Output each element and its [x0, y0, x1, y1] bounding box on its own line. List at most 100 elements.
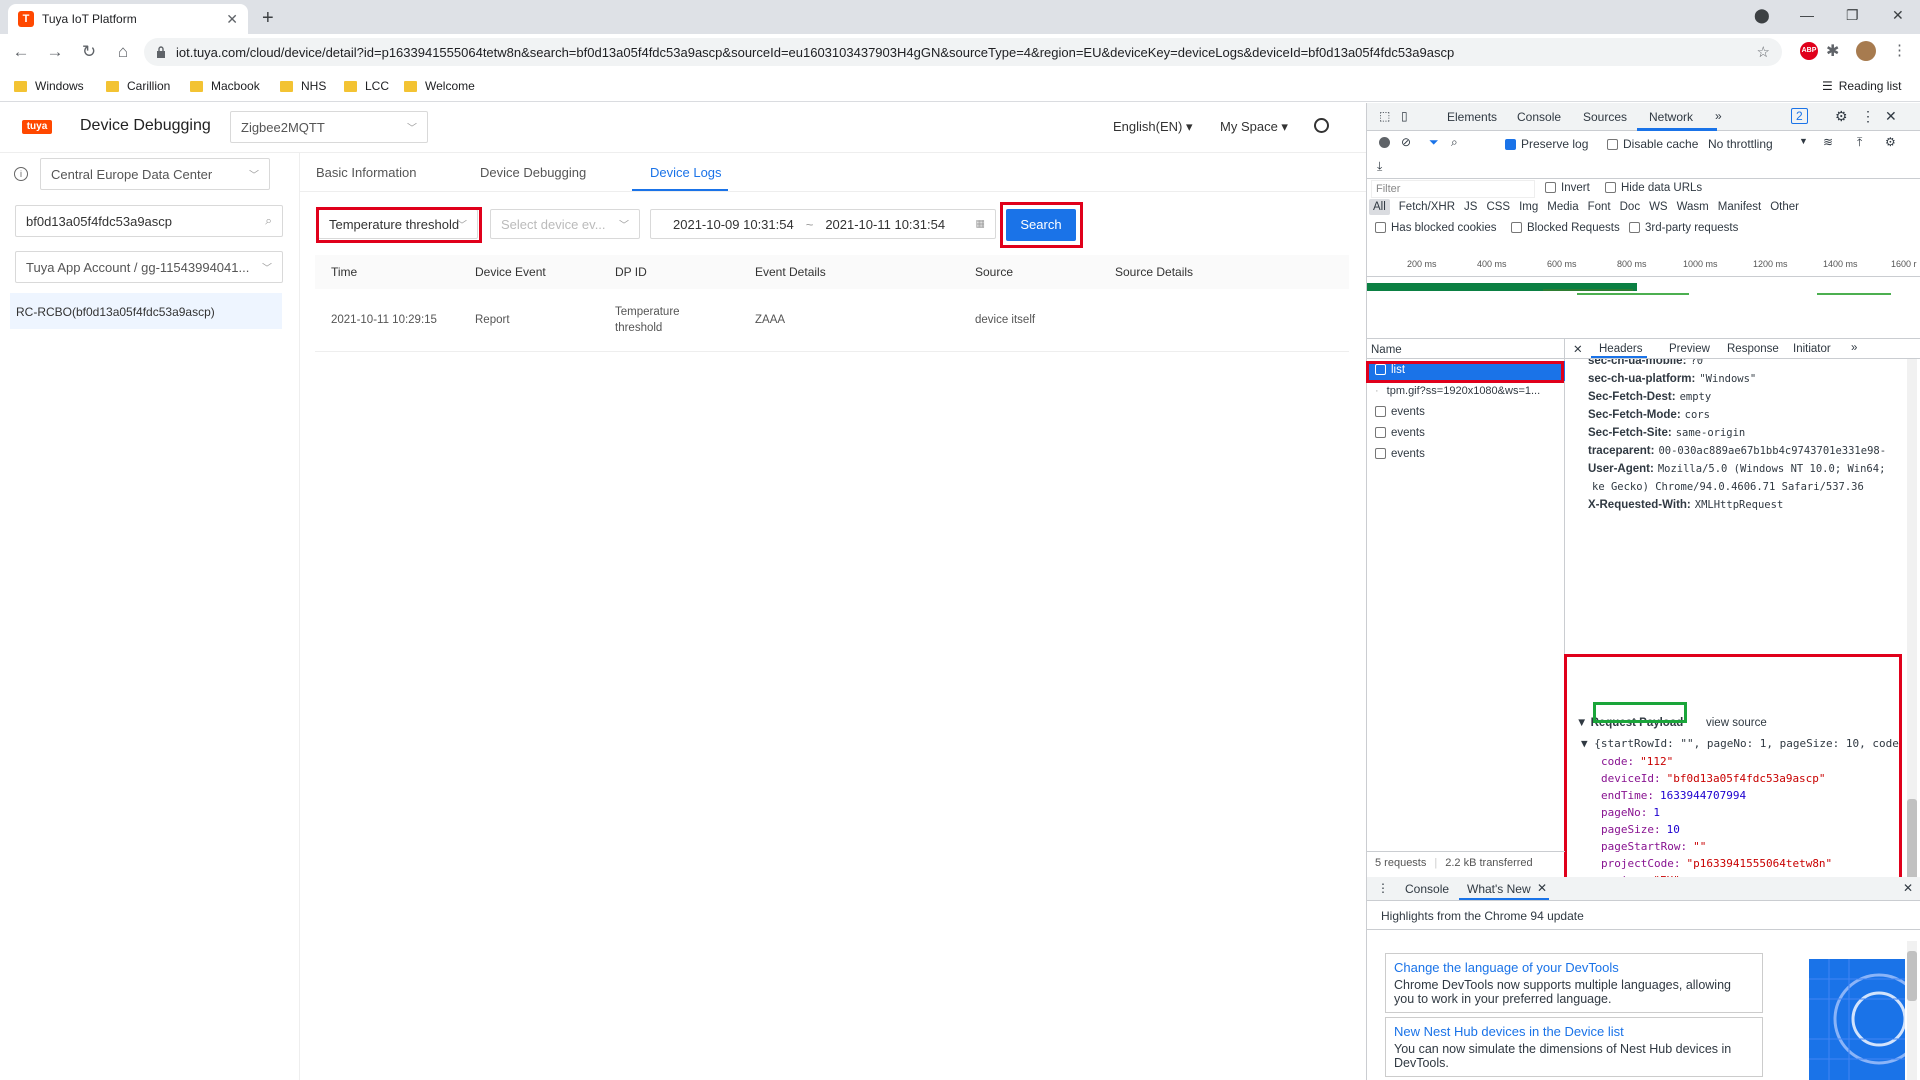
tab-headers[interactable]: Headers: [1599, 343, 1642, 355]
data-center-select[interactable]: Central Europe Data Center ﹀: [40, 158, 270, 190]
export-har-icon[interactable]: ⤓: [1377, 159, 1382, 174]
close-tab-icon[interactable]: ✕: [226, 11, 238, 28]
bookmark-star-icon[interactable]: ☆: [1757, 43, 1770, 61]
has-blocked-cookies-checkbox[interactable]: Has blocked cookies: [1375, 222, 1496, 234]
tab-sources[interactable]: Sources: [1583, 110, 1627, 124]
filter-js[interactable]: JS: [1464, 201, 1477, 213]
record-icon[interactable]: [1379, 137, 1390, 148]
filter-other[interactable]: Other: [1770, 201, 1799, 213]
more-tabs-icon[interactable]: »: [1851, 342, 1857, 354]
tab-initiator[interactable]: Initiator: [1793, 343, 1831, 355]
request-row-events[interactable]: events: [1367, 424, 1565, 444]
filter-wasm[interactable]: Wasm: [1677, 201, 1709, 213]
close-detail-icon[interactable]: ✕: [1573, 342, 1583, 356]
blocked-requests-checkbox[interactable]: Blocked Requests: [1511, 222, 1620, 234]
info-icon[interactable]: i: [14, 167, 28, 181]
close-whats-new-icon[interactable]: ✕: [1537, 881, 1547, 895]
project-select[interactable]: Zigbee2MQTT ﹀: [230, 111, 428, 143]
throttling-select[interactable]: No throttling: [1708, 137, 1773, 151]
date-range-picker[interactable]: 2021-10-09 10:31:54 ~ 2021-10-11 10:31:5…: [650, 209, 996, 239]
account-select[interactable]: Tuya App Account / gg-11543994041... ﹀: [15, 251, 283, 283]
bookmark-nhs[interactable]: NHS: [280, 79, 326, 93]
scrollbar-thumb[interactable]: [1907, 951, 1917, 1001]
preserve-log-checkbox[interactable]: Preserve log: [1505, 137, 1588, 151]
filter-doc[interactable]: Doc: [1620, 201, 1640, 213]
filter-fetch-xhr[interactable]: Fetch/XHR: [1399, 201, 1455, 213]
settings-icon[interactable]: ⚙: [1835, 108, 1848, 125]
device-search-input[interactable]: bf0d13a05f4fdc53a9ascp ⌕: [15, 205, 283, 237]
filter-media[interactable]: Media: [1547, 201, 1578, 213]
network-settings-icon[interactable]: ⚙: [1885, 135, 1896, 149]
profile-menu-icon[interactable]: ⬤: [1754, 7, 1770, 24]
whats-new-card[interactable]: New Nest Hub devices in the Device list Y…: [1385, 1017, 1763, 1077]
tab-network[interactable]: Network: [1649, 110, 1693, 124]
disable-cache-checkbox[interactable]: Disable cache: [1607, 137, 1698, 151]
issues-badge[interactable]: 2: [1791, 108, 1808, 124]
chrome-menu-icon[interactable]: ⋮: [1892, 41, 1907, 59]
new-tab-icon[interactable]: +: [262, 7, 274, 30]
third-party-checkbox[interactable]: 3rd-party requests: [1629, 222, 1738, 234]
adblock-icon[interactable]: ABP: [1800, 42, 1818, 60]
home-icon[interactable]: ⌂: [110, 42, 136, 62]
kebab-menu-icon[interactable]: ⋮: [1861, 108, 1875, 125]
device-event-select[interactable]: Select device ev... ﹀: [490, 209, 640, 239]
filter-icon[interactable]: ⏷: [1429, 135, 1439, 150]
tab-device-logs[interactable]: Device Logs: [650, 165, 722, 180]
extensions-icon[interactable]: ✱: [1826, 41, 1839, 61]
close-devtools-icon[interactable]: ✕: [1885, 108, 1897, 125]
card-title[interactable]: Change the language of your DevTools: [1394, 960, 1754, 975]
filter-font[interactable]: Font: [1588, 201, 1611, 213]
drawer-menu-icon[interactable]: ⋮: [1377, 881, 1389, 895]
drawer-tab-whats-new[interactable]: What's New: [1467, 882, 1531, 896]
card-title[interactable]: New Nest Hub devices in the Device list: [1394, 1024, 1754, 1039]
request-row-events[interactable]: events: [1367, 403, 1565, 423]
filter-all[interactable]: All: [1369, 199, 1390, 215]
filter-manifest[interactable]: Manifest: [1718, 201, 1761, 213]
reading-list-button[interactable]: ☰ Reading list: [1822, 79, 1901, 93]
filter-img[interactable]: Img: [1519, 201, 1538, 213]
network-filter-input[interactable]: Filter: [1371, 180, 1535, 198]
clear-icon[interactable]: ⊘: [1401, 135, 1411, 149]
bookmark-macbook[interactable]: Macbook: [190, 79, 260, 93]
drawer-tab-console[interactable]: Console: [1405, 882, 1449, 896]
filter-ws[interactable]: WS: [1649, 201, 1668, 213]
close-window-icon[interactable]: ✕: [1892, 7, 1904, 24]
invert-checkbox[interactable]: Invert: [1545, 182, 1590, 194]
whats-new-card[interactable]: Change the language of your DevTools Chro…: [1385, 953, 1763, 1013]
tab-elements[interactable]: Elements: [1447, 110, 1497, 124]
maximize-icon[interactable]: ❐: [1846, 7, 1859, 24]
tab-basic-information[interactable]: Basic Information: [316, 165, 416, 180]
device-toolbar-icon[interactable]: ▯: [1401, 109, 1408, 123]
tab-preview[interactable]: Preview: [1669, 343, 1710, 355]
network-conditions-icon[interactable]: ≋: [1823, 135, 1833, 149]
bookmark-carillion[interactable]: Carillion: [106, 79, 170, 93]
filter-css[interactable]: CSS: [1486, 201, 1510, 213]
user-account-icon[interactable]: [1314, 118, 1329, 133]
name-column-header[interactable]: Name: [1367, 339, 1565, 359]
tab-console[interactable]: Console: [1517, 110, 1561, 124]
search-icon[interactable]: ⌕: [1451, 135, 1458, 150]
avatar[interactable]: [1856, 41, 1876, 61]
bookmark-windows[interactable]: Windows: [14, 79, 84, 93]
request-row-events[interactable]: events: [1367, 445, 1565, 465]
tab-device-debugging[interactable]: Device Debugging: [480, 165, 586, 180]
drawer-scrollbar[interactable]: [1907, 941, 1917, 1080]
reload-icon[interactable]: ↻: [76, 42, 102, 62]
device-list-item[interactable]: RC-RCBO(bf0d13a05f4fdc53a9ascp): [10, 293, 282, 329]
import-har-icon[interactable]: ⤒: [1857, 135, 1862, 150]
bookmark-lcc[interactable]: LCC: [344, 79, 389, 93]
hide-data-urls-checkbox[interactable]: Hide data URLs: [1605, 182, 1702, 194]
close-drawer-icon[interactable]: ✕: [1903, 881, 1913, 895]
bookmark-welcome[interactable]: Welcome: [404, 79, 475, 93]
more-tabs-icon[interactable]: »: [1715, 109, 1722, 123]
language-menu[interactable]: English(EN) ▾: [1113, 119, 1193, 135]
request-row-tpm[interactable]: · tpm.gif?ss=1920x1080&ws=1...: [1367, 382, 1565, 402]
browser-tab[interactable]: T Tuya IoT Platform ✕: [8, 4, 248, 34]
minimize-icon[interactable]: —: [1800, 7, 1814, 23]
tab-response[interactable]: Response: [1727, 343, 1779, 355]
my-space-menu[interactable]: My Space ▾: [1220, 119, 1288, 135]
address-bar[interactable]: iot.tuya.com/cloud/device/detail?id=p163…: [144, 38, 1782, 66]
forward-icon[interactable]: →: [42, 42, 68, 62]
inspect-icon[interactable]: ⬚: [1379, 109, 1390, 123]
detail-scrollbar[interactable]: [1907, 359, 1917, 959]
